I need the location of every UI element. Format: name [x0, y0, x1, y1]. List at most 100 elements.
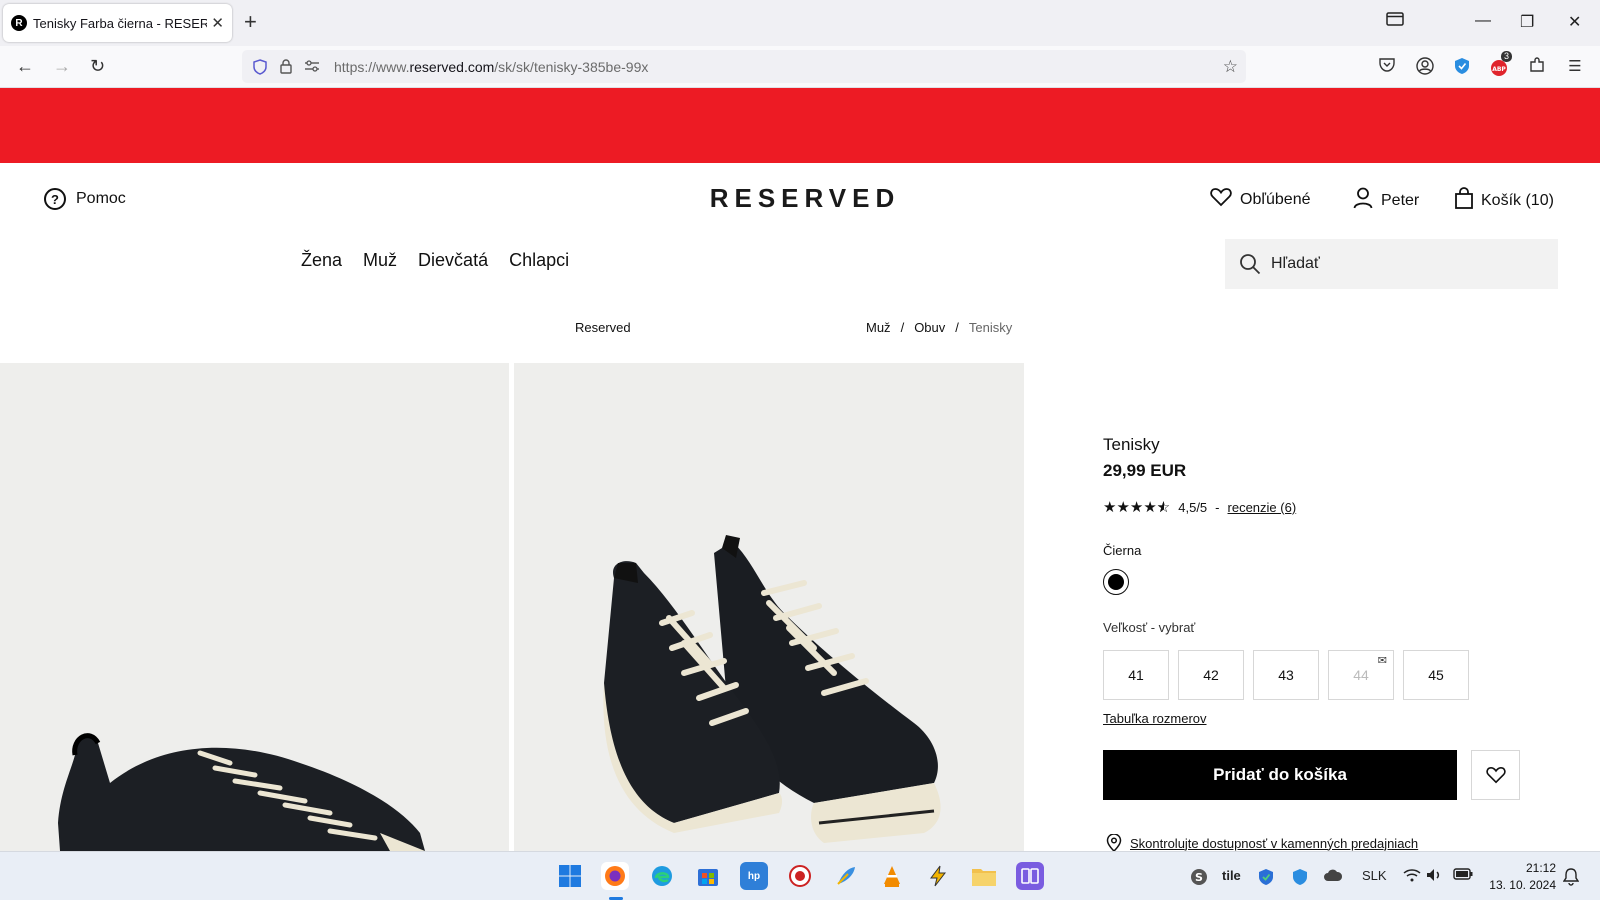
- svg-text:S: S: [1195, 871, 1203, 884]
- vpn-extension-icon[interactable]: [1452, 57, 1472, 77]
- menu-hamburger-icon[interactable]: ☰: [1565, 57, 1585, 77]
- help-link[interactable]: ? Pomoc: [44, 188, 126, 210]
- onedrive-cloud-icon[interactable]: [1323, 868, 1343, 885]
- permissions-icon[interactable]: [304, 59, 320, 75]
- language-indicator[interactable]: SLK: [1362, 868, 1387, 883]
- availability-label: Skontrolujte dostupnosť v kamenných pred…: [1130, 835, 1419, 851]
- shield-icon[interactable]: [252, 58, 268, 75]
- user-icon: [1353, 187, 1373, 214]
- promo-banner[interactable]: [0, 88, 1600, 163]
- back-arrow-icon[interactable]: ←: [16, 56, 34, 76]
- nav-item-chlapci[interactable]: Chlapci: [509, 250, 569, 271]
- forward-arrow-icon[interactable]: →: [53, 56, 71, 76]
- vlc-icon[interactable]: [878, 862, 906, 890]
- size-selector: 41 42 43 44 ✉ 45: [1103, 650, 1469, 700]
- cart-label: Košík (10): [1481, 191, 1554, 209]
- tab-overview-icon[interactable]: [1386, 12, 1404, 31]
- add-to-favorites-button[interactable]: [1471, 750, 1520, 800]
- close-tab-icon[interactable]: ✕: [211, 14, 224, 32]
- size-option-41[interactable]: 41: [1103, 650, 1169, 700]
- app-purple-reader-icon[interactable]: [1016, 862, 1044, 890]
- url-text: https://www.reserved.com/sk/sk/tenisky-3…: [334, 58, 649, 75]
- svg-text:ABP: ABP: [1492, 66, 1506, 73]
- app-lightning-icon[interactable]: [924, 862, 952, 890]
- windows-taskbar: hp S tile SLK 21:12 13. 10. 2024: [0, 851, 1600, 900]
- extension-badge: 3: [1501, 51, 1513, 62]
- reviews-link[interactable]: recenzie (6): [1228, 500, 1297, 515]
- size-option-42[interactable]: 42: [1178, 650, 1244, 700]
- nav-item-dievcata[interactable]: Dievčatá: [418, 250, 488, 271]
- help-label: Pomoc: [76, 190, 126, 207]
- app-feather-icon[interactable]: [832, 862, 860, 890]
- account-link[interactable]: Peter: [1353, 187, 1419, 214]
- reload-icon[interactable]: ↻: [90, 56, 105, 76]
- search-icon: [1240, 254, 1261, 275]
- browser-navigation-bar: ← → ↻ https://www.reserved.com/sk/sk/ten…: [0, 46, 1600, 88]
- size-option-44-unavailable[interactable]: 44 ✉: [1328, 650, 1394, 700]
- nav-item-muz[interactable]: Muž: [363, 250, 397, 271]
- color-name: Čierna: [1103, 543, 1142, 558]
- nav-item-zena[interactable]: Žena: [301, 250, 342, 271]
- file-explorer-icon[interactable]: [970, 862, 998, 890]
- main-navigation: Žena Muž Dievčatá Chlapci: [301, 250, 590, 271]
- extensions-puzzle-icon[interactable]: [1527, 57, 1547, 77]
- size-table-link[interactable]: Tabuľka rozmerov: [1103, 711, 1207, 726]
- tile-tray-icon[interactable]: tile: [1222, 868, 1241, 883]
- breadcrumb-item-muz[interactable]: Muž: [866, 320, 891, 335]
- defender-tray-icon[interactable]: [1257, 868, 1275, 889]
- adblock-extension-icon[interactable]: ABP 3: [1489, 51, 1513, 77]
- product-photo-side[interactable]: [0, 363, 509, 851]
- vpn-tray-icon[interactable]: [1291, 868, 1309, 889]
- heart-icon: [1485, 766, 1506, 784]
- rating-value: 4,5/5: [1178, 499, 1208, 515]
- heart-icon: [1210, 187, 1232, 212]
- browser-tab-active[interactable]: R Tenisky Farba čierna - RESERVED ✕: [3, 4, 232, 42]
- clock-date: 13. 10. 2024: [1489, 878, 1556, 892]
- add-to-cart-button[interactable]: Pridať do košíka: [1103, 750, 1457, 800]
- bookmark-star-icon[interactable]: ☆: [1223, 57, 1238, 77]
- breadcrumb-item-current: Tenisky: [968, 320, 1013, 335]
- microsoft-store-icon[interactable]: [694, 862, 722, 890]
- close-window-icon[interactable]: ✕: [1568, 12, 1581, 32]
- myhp-icon[interactable]: hp: [740, 862, 768, 890]
- color-swatch-black[interactable]: [1103, 569, 1129, 595]
- size-label-44: 44: [1353, 667, 1369, 683]
- brand-link[interactable]: Reserved: [575, 320, 631, 335]
- volume-icon[interactable]: [1426, 868, 1444, 885]
- browser-tab-bar: R Tenisky Farba čierna - RESERVED ✕ + — …: [0, 0, 1600, 46]
- windows-start-icon[interactable]: [556, 862, 584, 890]
- mail-notify-icon: ✉: [1377, 655, 1387, 667]
- favorites-link[interactable]: Obľúbené: [1210, 187, 1311, 212]
- site-favicon-icon: R: [11, 15, 27, 31]
- skype-tray-icon[interactable]: S: [1190, 868, 1208, 889]
- product-rating: ★★★★☆★ 4,5/5 - recenzie (6): [1103, 498, 1296, 516]
- favorites-label: Obľúbené: [1240, 190, 1311, 208]
- shopping-bag-icon: [1455, 187, 1473, 214]
- search-box[interactable]: Hľadať: [1225, 239, 1558, 289]
- breadcrumb-separator: /: [900, 320, 905, 335]
- restore-window-icon[interactable]: ❐: [1520, 12, 1534, 32]
- new-tab-button[interactable]: +: [244, 10, 257, 34]
- breadcrumb-item-obuv[interactable]: Obuv: [914, 320, 945, 335]
- edge-icon[interactable]: [648, 862, 676, 890]
- product-photo-pair[interactable]: [514, 363, 1024, 851]
- size-option-43[interactable]: 43: [1253, 650, 1319, 700]
- site-logo[interactable]: RESERVED: [690, 183, 920, 214]
- notifications-bell-icon[interactable]: [1562, 868, 1580, 889]
- rating-separator: -: [1215, 499, 1220, 515]
- address-bar[interactable]: https://www.reserved.com/sk/sk/tenisky-3…: [242, 50, 1246, 83]
- search-placeholder: Hľadať: [1271, 255, 1320, 272]
- wifi-icon[interactable]: [1403, 868, 1421, 885]
- store-availability-link[interactable]: Skontrolujte dostupnosť v kamenných pred…: [1106, 834, 1418, 852]
- system-clock[interactable]: 21:12 13. 10. 2024: [1486, 860, 1556, 894]
- minimize-window-icon[interactable]: —: [1475, 12, 1491, 30]
- lock-icon[interactable]: [278, 58, 294, 75]
- user-name: Peter: [1381, 191, 1420, 209]
- battery-icon[interactable]: [1453, 868, 1473, 883]
- app-red-circle-icon[interactable]: [786, 862, 814, 890]
- cart-link[interactable]: Košík (10): [1455, 187, 1554, 214]
- firefox-icon[interactable]: [601, 862, 629, 890]
- pocket-icon[interactable]: [1377, 57, 1397, 77]
- size-option-45[interactable]: 45: [1403, 650, 1469, 700]
- account-icon[interactable]: [1415, 57, 1435, 77]
